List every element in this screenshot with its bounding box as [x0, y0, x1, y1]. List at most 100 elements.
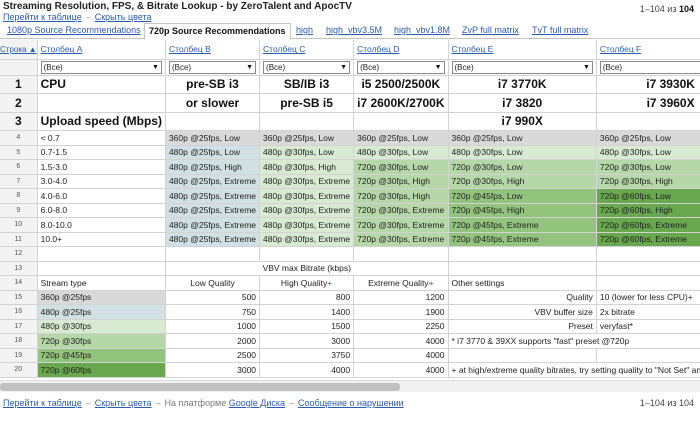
high-bitrate-cell[interactable]: 1400 — [259, 304, 355, 320]
hide-colors-link[interactable]: Скрыть цвета — [95, 12, 152, 22]
extreme-quality-header[interactable]: Extreme Quality+ — [353, 275, 449, 291]
tab-720p-source[interactable]: 720p Source Recommendations — [144, 23, 291, 40]
recommendation-cell[interactable]: 480p @30fps, Extreme — [259, 203, 355, 218]
extreme-bitrate-cell[interactable]: 2250 — [353, 319, 449, 334]
upload-speed-cell[interactable]: 1.5-3.0 — [37, 159, 166, 175]
recommendation-cell[interactable]: 480p @30fps, Extreme — [259, 217, 355, 233]
cell[interactable]: i5 2500/2500K — [353, 75, 449, 94]
recommendation-cell[interactable]: 480p @30fps, Low — [448, 145, 597, 160]
recommendation-cell[interactable]: 360p @25fps, Low — [165, 130, 261, 146]
setting-name-cell[interactable] — [448, 348, 597, 363]
recommendation-cell[interactable]: 720p @30fps, Low — [448, 159, 597, 175]
empty-cell[interactable] — [353, 246, 449, 262]
recommendation-cell[interactable]: 720p @30fps, High — [448, 174, 597, 189]
cell[interactable]: i7 3820 — [448, 93, 597, 113]
cell[interactable]: pre-SB i5 — [259, 93, 355, 113]
cell[interactable] — [165, 112, 261, 131]
recommendation-cell[interactable]: 360p @25fps, Low — [596, 130, 700, 146]
google-drive-link[interactable]: Google Диска — [229, 398, 285, 408]
recommendation-cell[interactable]: 480p @25fps, Extreme — [165, 174, 261, 189]
recommendation-cell[interactable]: 480p @25fps, Extreme — [165, 188, 261, 204]
recommendation-cell[interactable]: 480p @30fps, Extreme — [259, 174, 355, 189]
cell[interactable]: pre-SB i3 — [165, 75, 261, 94]
filter-select-e[interactable]: (Все) ▼ — [451, 60, 593, 74]
setting-value-cell[interactable]: 10 (lower for less CPU)+ — [596, 290, 700, 305]
recommendation-cell[interactable]: 360p @25fps, Low — [259, 130, 355, 146]
column-header-e[interactable]: Столбец E — [448, 40, 597, 60]
stream-type-cell[interactable]: 720p @60fps — [37, 362, 166, 378]
filter-select-d[interactable]: (Все) ▼ — [357, 60, 445, 74]
cell[interactable] — [596, 112, 700, 131]
recommendation-cell[interactable]: 480p @30fps, High — [259, 159, 355, 175]
extreme-bitrate-cell[interactable]: 1200 — [353, 290, 449, 305]
footer-hide-colors-link[interactable]: Скрыть цвета — [95, 398, 152, 408]
cell[interactable]: i7 3960X — [596, 93, 700, 113]
upload-speed-cell[interactable]: 6.0-8.0 — [37, 203, 166, 218]
extreme-bitrate-cell[interactable]: 4000 — [353, 348, 449, 363]
upload-speed-cell[interactable]: 10.0+ — [37, 232, 166, 247]
column-header-d[interactable]: Столбец D — [353, 40, 449, 60]
tab-tvt-full-matrix[interactable]: TvT full matrix — [528, 23, 592, 39]
empty-cell[interactable] — [448, 261, 597, 276]
stream-type-cell[interactable]: 720p @30fps — [37, 333, 166, 349]
filter-select-c[interactable]: (Все) ▼ — [263, 60, 351, 74]
upload-speed-cell[interactable]: 3.0-4.0 — [37, 174, 166, 189]
recommendation-cell[interactable]: 720p @30fps, Extreme — [353, 232, 449, 247]
setting-value-cell[interactable] — [596, 348, 700, 363]
recommendation-cell[interactable]: 720p @30fps, High — [353, 188, 449, 204]
cell[interactable]: Upload speed (Mbps) — [37, 112, 166, 131]
recommendation-cell[interactable]: 360p @25fps, Low — [353, 130, 449, 146]
recommendation-cell[interactable]: 480p @30fps, Extreme — [259, 188, 355, 204]
high-bitrate-cell[interactable]: 800 — [259, 290, 355, 305]
high-quality-header[interactable]: High Quality+ — [259, 275, 355, 291]
recommendation-cell[interactable]: 720p @30fps, Extreme — [353, 217, 449, 233]
low-bitrate-cell[interactable]: 3000 — [165, 362, 261, 378]
vbv-header-cell[interactable]: VBV max Bitrate (kbps) — [165, 261, 449, 276]
cell[interactable]: i7 2600K/2700K — [353, 93, 449, 113]
stream-type-cell[interactable]: 480p @30fps — [37, 319, 166, 334]
setting-value-cell[interactable]: 2x bitrate — [596, 304, 700, 320]
upload-speed-cell[interactable]: 4.0-6.0 — [37, 188, 166, 204]
cell[interactable]: i7 990X — [448, 112, 597, 131]
recommendation-cell[interactable]: 720p @45fps, Low — [448, 188, 597, 204]
stream-type-cell[interactable]: 360p @25fps — [37, 290, 166, 305]
tab-high-vbv1-8m[interactable]: high_vbv1.8M — [390, 23, 454, 39]
report-abuse-link[interactable]: Сообщение о нарушении — [298, 398, 404, 408]
filter-select-b[interactable]: (Все) ▼ — [168, 60, 257, 74]
column-header-c[interactable]: Столбец C — [259, 40, 355, 60]
column-header-row-number[interactable]: Строка ▲ — [0, 40, 38, 60]
recommendation-cell[interactable]: 720p @60fps, Extreme — [596, 217, 700, 233]
scrollbar-thumb[interactable] — [0, 383, 400, 391]
extreme-bitrate-cell[interactable]: 1900 — [353, 304, 449, 320]
setting-name-cell[interactable]: Quality — [448, 290, 597, 305]
empty-cell[interactable] — [448, 246, 597, 262]
setting-name-cell[interactable]: VBV buffer size — [448, 304, 597, 320]
recommendation-cell[interactable]: 720p @60fps, Low — [596, 188, 700, 204]
low-bitrate-cell[interactable]: 1000 — [165, 319, 261, 334]
tab-high-vbv3-5m[interactable]: high_vbv3.5M — [322, 23, 386, 39]
extreme-bitrate-cell[interactable]: 4000 — [353, 333, 449, 349]
upload-speed-cell[interactable]: 8.0-10.0 — [37, 217, 166, 233]
tab-1080p-source[interactable]: 1080p Source Recommendations — [3, 23, 145, 39]
recommendation-cell[interactable]: 360p @25fps, Low — [448, 130, 597, 146]
recommendation-cell[interactable]: 720p @45fps, Extreme — [448, 232, 597, 247]
cell[interactable]: i7 3770K — [448, 75, 597, 94]
note-cell[interactable]: * i7 3770 & 39XX supports "fast" preset … — [448, 333, 700, 349]
high-bitrate-cell[interactable]: 3000 — [259, 333, 355, 349]
column-header-b[interactable]: Столбец B — [165, 40, 261, 60]
upload-speed-cell[interactable]: < 0.7 — [37, 130, 166, 146]
recommendation-cell[interactable]: 720p @60fps, High — [596, 203, 700, 218]
recommendation-cell[interactable]: 720p @30fps, Low — [596, 159, 700, 175]
cell[interactable] — [259, 112, 355, 131]
recommendation-cell[interactable]: 480p @25fps, High — [165, 159, 261, 175]
note-cell[interactable]: + at high/extreme quality bitrates, try … — [448, 362, 700, 378]
recommendation-cell[interactable]: 480p @30fps, Extreme — [259, 232, 355, 247]
stream-type-cell[interactable]: 720p @45fps — [37, 348, 166, 363]
recommendation-cell[interactable]: 720p @45fps, High — [448, 203, 597, 218]
empty-cell[interactable] — [165, 246, 261, 262]
tab-zvp-full-matrix[interactable]: ZvP full matrix — [458, 23, 523, 39]
recommendation-cell[interactable]: 480p @25fps, Extreme — [165, 217, 261, 233]
empty-cell[interactable] — [37, 261, 166, 276]
recommendation-cell[interactable]: 720p @30fps, High — [596, 174, 700, 189]
low-bitrate-cell[interactable]: 500 — [165, 290, 261, 305]
